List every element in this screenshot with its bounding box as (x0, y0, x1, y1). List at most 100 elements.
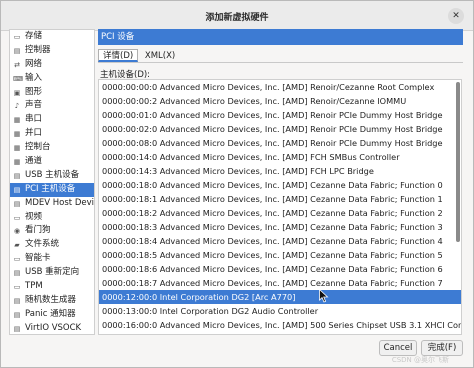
sidebar-item[interactable]: ◉ 看门狗 (10, 224, 94, 238)
sidebar-item[interactable]: ▤ MDEV Host Device (10, 197, 94, 211)
close-icon[interactable]: ✕ (448, 8, 464, 24)
sidebar-item-label: 看门狗 (25, 225, 51, 236)
tab-bar: 详情(D) XML(X) (98, 49, 179, 62)
sidebar-item[interactable]: ▦ 并口 (10, 127, 94, 141)
sidebar-item[interactable]: ▭ 存储 (10, 30, 94, 44)
list-item[interactable]: 0000:13:00:0 Intel Corporation DG2 Audio… (99, 304, 461, 318)
controller-icon: ▤ (13, 46, 21, 55)
list-item[interactable]: 0000:16:00:1 Advanced Micro Devices, Inc… (99, 332, 461, 334)
sidebar-item[interactable]: ▭ 智能卡 (10, 252, 94, 266)
sidebar-item[interactable]: ▦ 串口 (10, 113, 94, 127)
storage-icon: ▭ (13, 33, 21, 41)
sidebar-item[interactable]: ⌨ 输入 (10, 72, 94, 86)
list-item[interactable]: 0000:00:18:3 Advanced Micro Devices, Inc… (99, 220, 461, 234)
title-bar[interactable]: 添加新虚拟硬件 ✕ (1, 1, 473, 31)
add-hardware-dialog: 添加新虚拟硬件 ✕ ▭ 存储 ▤ 控制器 ⇄ 网络 ⌨ 输入 ▣ 图形 ♪ 声音 ▦ 串口 ▦ 并口 ▦ 控制台 ▦… (0, 0, 474, 368)
list-item[interactable]: 0000:00:01:0 Advanced Micro Devices, Inc… (99, 108, 461, 122)
sidebar-item-label: USB 重新定向 (25, 267, 80, 278)
sidebar-item[interactable]: ▤ PCI 主机设备 (10, 182, 94, 197)
sidebar-item-label: USB 主机设备 (25, 169, 80, 180)
device-panel: PCI 设备 详情(D) XML(X) 主机设备(D): 0000:00:00:… (98, 29, 463, 335)
sidebar-item-label: Panic 通知器 (25, 308, 76, 319)
list-item[interactable]: 0000:00:18:1 Advanced Micro Devices, Inc… (99, 192, 461, 206)
watchdog-icon: ◉ (13, 227, 21, 236)
mouse-pointer-icon (319, 289, 329, 303)
vsock-icon: ▤ (13, 324, 21, 333)
sidebar-item-label: TPM (25, 281, 43, 292)
finish-button[interactable]: 完成(F) (421, 340, 463, 356)
parallel-icon: ▦ (13, 130, 21, 139)
sidebar-item-label: PCI 主机设备 (25, 183, 76, 194)
sidebar-item-label: 通道 (25, 156, 43, 167)
list-item[interactable]: 0000:00:14:0 Advanced Micro Devices, Inc… (99, 150, 461, 164)
window-title: 添加新虚拟硬件 (205, 13, 269, 23)
sidebar-item[interactable]: ▤ Panic 通知器 (10, 308, 94, 322)
list-item[interactable]: 0000:00:18:6 Advanced Micro Devices, Inc… (99, 262, 461, 276)
host-device-list[interactable]: 0000:00:00:0 Advanced Micro Devices, Inc… (98, 79, 462, 335)
list-item[interactable]: 0000:00:18:4 Advanced Micro Devices, Inc… (99, 234, 461, 248)
sidebar-item-label: 视频 (25, 211, 43, 222)
panel-header: PCI 设备 (98, 29, 463, 45)
rng-icon: ▤ (13, 296, 21, 305)
list-scrollbar[interactable] (456, 82, 460, 242)
sidebar-item-label: 串口 (25, 114, 43, 125)
sidebar-item[interactable]: ⇄ 网络 (10, 58, 94, 72)
sidebar-item[interactable]: ▭ 视频 (10, 211, 94, 225)
cancel-button[interactable]: Cancel (379, 340, 417, 356)
tab-details[interactable]: 详情(D) (98, 49, 139, 62)
sidebar-item[interactable]: ▤ USB 重新定向 (10, 266, 94, 280)
list-item[interactable]: 0000:00:18:0 Advanced Micro Devices, Inc… (99, 178, 461, 192)
serial-icon: ▦ (13, 116, 21, 125)
tab-divider (98, 62, 463, 63)
list-item[interactable]: 0000:00:08:0 Advanced Micro Devices, Inc… (99, 136, 461, 150)
list-item[interactable]: 0000:00:18:7 Advanced Micro Devices, Inc… (99, 276, 461, 290)
panic-icon: ▤ (13, 310, 21, 319)
sidebar-item-label: 控制台 (25, 142, 51, 153)
graphics-icon: ▣ (13, 88, 21, 97)
list-item[interactable]: 0000:12:00:0 Intel Corporation DG2 [Arc … (99, 290, 461, 304)
sidebar-item-label: 输入 (25, 72, 43, 83)
sidebar-item-label: 控制器 (25, 44, 51, 55)
sidebar-item[interactable]: ♪ 声音 (10, 99, 94, 113)
sidebar-item[interactable]: ▦ 通道 (10, 155, 94, 169)
tpm-icon: ▭ (13, 283, 21, 292)
sidebar-item-label: 智能卡 (25, 253, 51, 264)
sidebar-item-label: 文件系统 (25, 239, 60, 250)
usb-host-icon: ▤ (13, 171, 21, 180)
sidebar-item[interactable]: ▰ 文件系统 (10, 238, 94, 252)
mdev-icon: ▤ (13, 199, 21, 208)
pci-host-icon: ▤ (13, 185, 21, 194)
sidebar-item[interactable]: ▭ TPM (10, 280, 94, 294)
sound-icon: ♪ (14, 102, 20, 111)
sidebar-item[interactable]: ▤ USB 主机设备 (10, 169, 94, 183)
list-item[interactable]: 0000:00:18:2 Advanced Micro Devices, Inc… (99, 206, 461, 220)
filesystem-icon: ▰ (14, 241, 20, 250)
console-icon: ▦ (13, 144, 21, 153)
sidebar-item-label: 存储 (25, 31, 43, 41)
sidebar-item[interactable]: ▣ 图形 (10, 86, 94, 100)
list-item[interactable]: 0000:00:02:0 Advanced Micro Devices, Inc… (99, 122, 461, 136)
hardware-type-list[interactable]: ▭ 存储 ▤ 控制器 ⇄ 网络 ⌨ 输入 ▣ 图形 ♪ 声音 ▦ 串口 ▦ 并口 ▦ 控制台 ▦ 通道 ▤ USB 主机设… (9, 29, 95, 335)
network-icon: ⇄ (14, 60, 20, 69)
channel-icon: ▦ (13, 158, 21, 167)
sidebar-item-label: 图形 (25, 86, 43, 97)
input-icon: ⌨ (13, 74, 24, 83)
video-icon: ▭ (13, 213, 21, 222)
sidebar-item[interactable]: ▤ 控制器 (10, 44, 94, 58)
sidebar-item[interactable]: ▤ 随机数生成器 (10, 294, 94, 308)
sidebar-item-label: VirtIO VSOCK (25, 322, 82, 333)
list-item[interactable]: 0000:00:00:2 Advanced Micro Devices, Inc… (99, 94, 461, 108)
list-item[interactable]: 0000:00:00:0 Advanced Micro Devices, Inc… (99, 80, 461, 94)
watermark: CSDN @奥尔飞斯 (391, 356, 449, 364)
list-item[interactable]: 0000:00:14:3 Advanced Micro Devices, Inc… (99, 164, 461, 178)
sidebar-item-label: 并口 (25, 128, 43, 139)
sidebar-item-label: 网络 (25, 58, 43, 69)
sidebar-item-label: MDEV Host Device (25, 197, 94, 208)
list-item[interactable]: 0000:00:18:5 Advanced Micro Devices, Inc… (99, 248, 461, 262)
sidebar-item-label: 随机数生成器 (25, 294, 77, 305)
sidebar-item[interactable]: ▤ VirtIO VSOCK (10, 322, 94, 334)
sidebar-item[interactable]: ▦ 控制台 (10, 141, 94, 155)
usb-redirect-icon: ▤ (13, 269, 21, 278)
sidebar-item-label: 声音 (25, 100, 43, 111)
list-item[interactable]: 0000:16:00:0 Advanced Micro Devices, Inc… (99, 318, 461, 332)
